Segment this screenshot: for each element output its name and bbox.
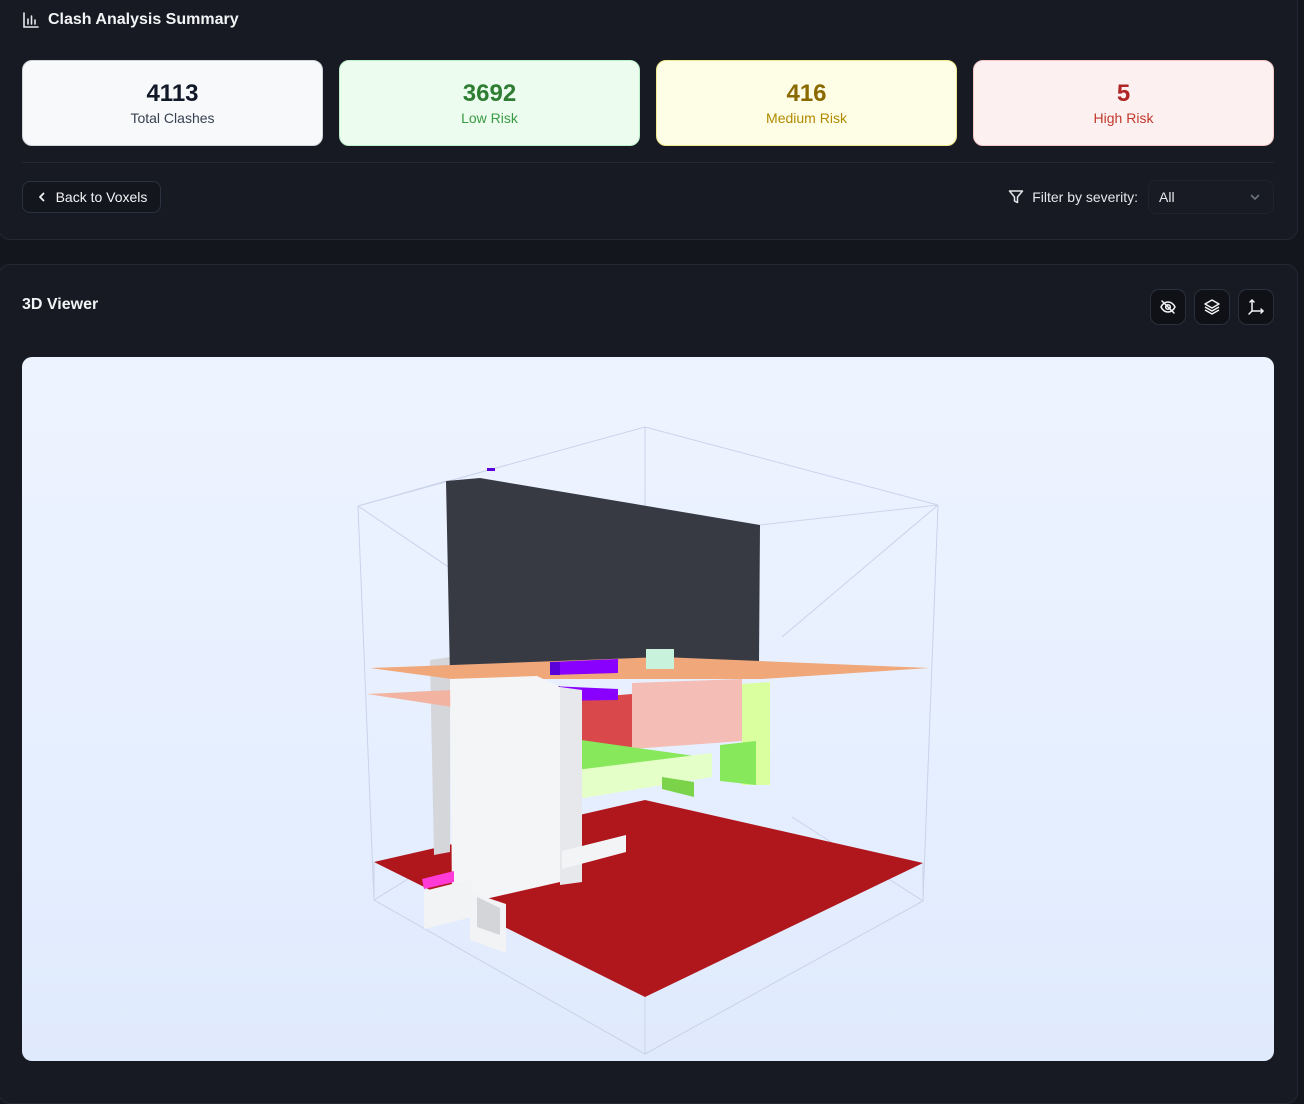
medium-risk-label: Medium Risk [766, 109, 847, 126]
green-duct-elbow [720, 741, 756, 785]
axes-button[interactable] [1238, 289, 1274, 325]
filter-label: Filter by severity: [1008, 189, 1138, 205]
toggle-visibility-button[interactable] [1150, 289, 1186, 325]
back-button-label: Back to Voxels [55, 189, 148, 205]
layers-button[interactable] [1194, 289, 1230, 325]
eye-off-icon [1159, 298, 1177, 316]
low-risk-value: 3692 [462, 79, 517, 107]
total-clashes-label: Total Clashes [130, 109, 215, 126]
red-block [582, 694, 632, 747]
divider [22, 162, 1274, 163]
chevron-down-icon [1249, 191, 1261, 203]
filter-label-text: Filter by severity: [1032, 189, 1138, 205]
purple-pipe-cap-upper [550, 662, 560, 675]
chevron-left-icon [36, 191, 48, 203]
summary-title: Clash Analysis Summary [48, 11, 239, 28]
low-risk-label: Low Risk [461, 109, 518, 126]
pink-wall [632, 679, 742, 749]
layers-icon [1203, 298, 1221, 316]
bar-chart-icon [22, 11, 40, 29]
filter-icon [1008, 189, 1024, 205]
stat-card-low: 3692 Low Risk [339, 60, 640, 146]
3d-scene [357, 426, 939, 1055]
mint-box [646, 649, 674, 669]
stat-card-total: 4113 Total Clashes [22, 60, 323, 146]
3d-viewport[interactable] [22, 357, 1274, 1061]
high-risk-value: 5 [1116, 79, 1131, 107]
severity-select-value: All [1159, 189, 1175, 205]
white-column [450, 676, 560, 903]
viewer-title: 3D Viewer [22, 296, 99, 313]
dark-wall [446, 478, 760, 677]
total-clashes-value: 4113 [146, 79, 199, 107]
summary-header: Clash Analysis Summary [22, 8, 239, 32]
severity-filter: Filter by severity: All [1008, 180, 1274, 214]
marker-top [487, 468, 495, 471]
medium-risk-value: 416 [786, 79, 827, 107]
axes-icon [1247, 298, 1265, 316]
stat-card-medium: 416 Medium Risk [656, 60, 957, 146]
high-risk-label: High Risk [1093, 109, 1154, 126]
back-to-voxels-button[interactable]: Back to Voxels [22, 181, 161, 213]
stat-card-high: 5 High Risk [973, 60, 1274, 146]
severity-select[interactable]: All [1148, 180, 1274, 214]
column-left [430, 657, 450, 855]
